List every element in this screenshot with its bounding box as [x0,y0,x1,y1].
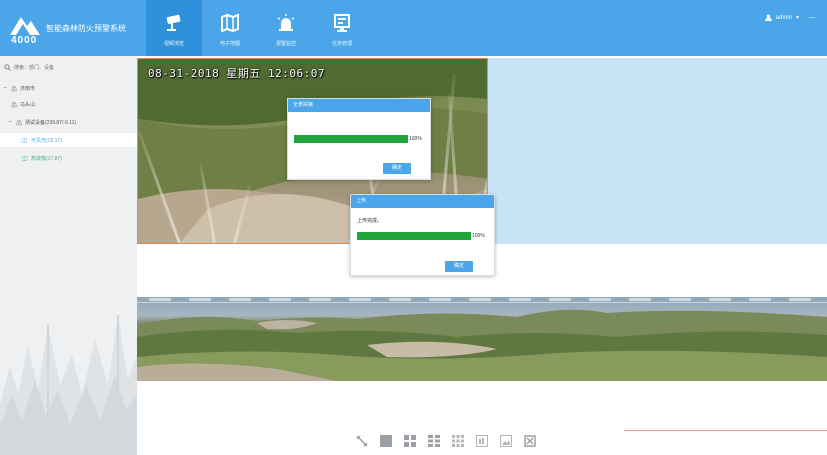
collapse-toggle-icon[interactable]: − [3,85,11,92]
username: admin [775,14,792,21]
org-icon: 品 [16,120,23,127]
layout-toolbar [355,434,537,448]
layout-9-icon[interactable] [451,434,465,448]
chevron-down-icon[interactable]: ▾ [796,14,799,21]
dialog-title: 全景拼接 [288,99,430,112]
app-title: 智能森林防火预警系统 [46,24,126,33]
fullscreen-icon[interactable] [355,434,369,448]
user-menu[interactable]: admin ▾ — [764,14,815,21]
tree-item-test-device[interactable]: − 品 测试设备(239.87/-9.11) [0,115,137,129]
org-icon: 品 [11,102,18,109]
ok-button[interactable]: 确定 [383,163,411,174]
picture-icon[interactable] [499,434,513,448]
tree-item-label: 测试设备(239.87/-9.11) [25,119,77,126]
progress-bar [294,135,408,143]
tree-item-jinan[interactable]: − 品 济南市 [0,81,137,95]
nav-video-browse[interactable]: 视频浏览 [146,0,202,56]
progress-percent: 100% [409,136,422,142]
panorama-stitch-dialog: 全景拼接 100% 确定 [287,98,431,180]
timeline-indicator [624,430,827,431]
device-sidebar: 搜索：部门、设备 − 品 济南市 品 马头山 − 品 测试设备(239.87/-… [0,56,137,455]
nav-label: 任务管理 [331,41,352,47]
video-timestamp: 08-31-2018 星期五 12:06:07 [148,67,325,80]
nav-electronic-map[interactable]: 电子地图 [202,0,258,56]
org-icon: 品 [11,86,18,93]
task-icon [334,14,350,32]
minimize-icon[interactable]: — [809,15,815,21]
forest-watermark-image [0,315,137,455]
tree-item-label: 济南市 [20,85,36,92]
alarm-icon [277,14,295,31]
app-logo: 4000 智能森林防火预警系统 [8,11,134,47]
nav-label: 报警监控 [275,41,296,47]
tree-item-label: 马头山 [20,101,36,108]
user-icon [764,14,772,21]
nav-label: 电子地图 [219,41,240,47]
nav-task-management[interactable]: 任务管理 [314,0,370,56]
layout-mixed-icon[interactable] [475,434,489,448]
layout-4-icon[interactable] [403,434,417,448]
tree-item-thermal[interactable]: ◫ 热成像(17.87) [0,151,137,165]
tree-item-matoushan[interactable]: 品 马头山 [0,97,137,111]
upload-message: 上传完成。 [357,218,383,224]
upload-dialog: 上传 上传完成。 100% 确定 [350,194,495,276]
tree-item-label: 可见光(15.17) [31,137,62,144]
ok-button[interactable]: 确定 [445,261,473,272]
logo-number: 4000 [11,35,38,46]
empty-video-slot[interactable] [488,58,827,244]
progress-percent: 100% [472,233,485,239]
dialog-title: 上传 [351,195,494,208]
camera-icon [166,14,181,31]
camera-device-icon: ◫ [22,155,28,162]
close-all-icon[interactable] [523,434,537,448]
tree-item-label: 热成像(17.87) [31,155,62,162]
top-header: 4000 智能森林防火预警系统 视频浏览 电子地图 报警监控 任务管理 admi… [0,0,827,56]
main-nav: 视频浏览 电子地图 报警监控 任务管理 [146,0,370,56]
layout-1-icon[interactable] [379,434,393,448]
nav-label: 视频浏览 [163,41,184,47]
camera-device-icon: ◫ [22,137,28,144]
layout-6-icon[interactable] [427,434,441,448]
search-icon [4,63,11,71]
collapse-toggle-icon[interactable]: − [8,119,16,126]
panorama-image[interactable] [137,297,827,381]
panorama-angle-ruler [137,297,827,303]
panorama-landscape [137,309,827,381]
search-box[interactable]: 搜索：部门、设备 [4,61,133,73]
nav-alarm-monitor[interactable]: 报警监控 [258,0,314,56]
progress-bar [357,232,471,240]
map-icon [221,13,239,33]
tree-item-visible-light[interactable]: ◫ 可见光(15.17) [0,133,137,147]
search-input[interactable]: 搜索：部门、设备 [14,64,54,71]
mountain-logo-icon [10,17,40,35]
